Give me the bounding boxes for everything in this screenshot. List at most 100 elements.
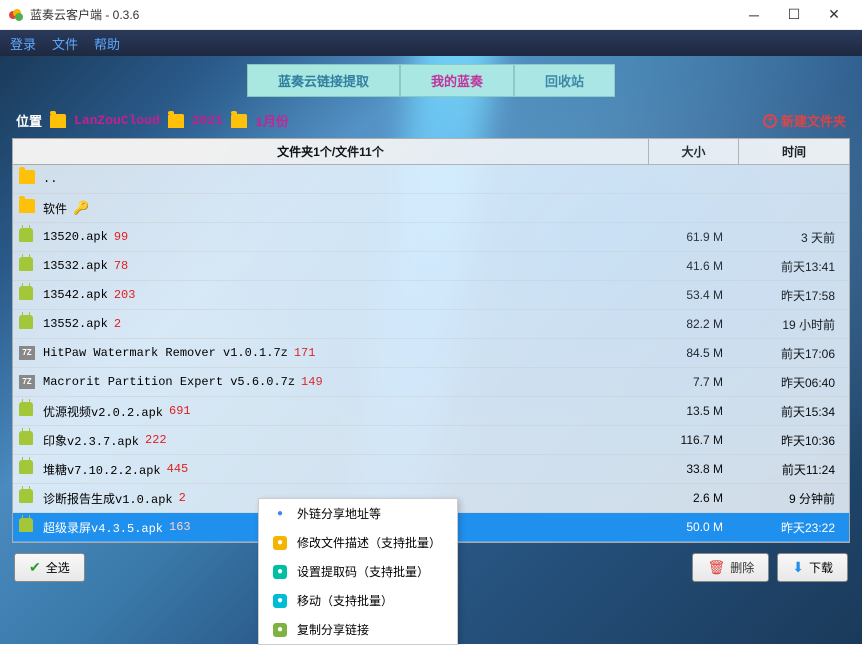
android-icon	[19, 518, 33, 532]
download-count: 163	[169, 520, 191, 534]
table-row[interactable]: 13532.apk 78 41.6 M 前天13:41	[13, 252, 849, 281]
breadcrumb-item[interactable]: 1月份	[255, 111, 289, 130]
col-name[interactable]: 文件夹1个/文件11个	[13, 139, 649, 164]
file-table: 文件夹1个/文件11个 大小 时间 .. 软件 🔑 13520.apk 99 6…	[12, 138, 850, 543]
file-name: 13532.apk	[43, 259, 108, 273]
context-menu-item[interactable]: ● 设置提取码（支持批量）	[259, 557, 457, 586]
col-size[interactable]: 大小	[649, 139, 739, 164]
table-row[interactable]: 印象v2.3.7.apk 222 116.7 M 昨天10:36	[13, 426, 849, 455]
file-time: 9 分钟前	[733, 490, 843, 507]
archive-icon: 7Z	[19, 346, 35, 360]
menu-file[interactable]: 文件	[52, 34, 78, 53]
check-icon: ✔	[29, 559, 41, 576]
context-menu-item[interactable]: ●复制分享链接	[259, 615, 457, 644]
table-header: 文件夹1个/文件11个 大小 时间	[13, 139, 849, 165]
file-size: 33.8 M	[643, 462, 733, 476]
trash-icon: 🗑	[707, 559, 725, 576]
table-row[interactable]: 7Z HitPaw Watermark Remover v1.0.1.7z 17…	[13, 339, 849, 368]
folder-icon	[168, 114, 184, 128]
folder-icon	[19, 170, 35, 184]
context-menu-item[interactable]: ●移动（支持批量）	[259, 586, 457, 615]
breadcrumb-item[interactable]: LanZouCloud	[74, 113, 160, 128]
table-row[interactable]: 软件 🔑	[13, 194, 849, 223]
row-icon	[19, 402, 37, 420]
col-time[interactable]: 时间	[739, 139, 849, 164]
download-count: 445	[167, 462, 189, 476]
menu-item-icon: ●	[273, 536, 287, 550]
tab-mine[interactable]: 我的蓝奏	[400, 64, 514, 97]
row-icon	[19, 170, 37, 188]
row-icon	[19, 518, 37, 536]
download-button[interactable]: ⬇ 下载	[777, 553, 848, 582]
file-size: 84.5 M	[643, 346, 733, 360]
row-icon	[19, 228, 37, 246]
table-row[interactable]: 7Z Macrorit Partition Expert v5.6.0.7z 1…	[13, 368, 849, 397]
file-size: 116.7 M	[643, 433, 733, 447]
row-icon	[19, 315, 37, 333]
file-time: 前天13:41	[733, 258, 843, 275]
menu-item-icon: ●	[273, 565, 287, 579]
table-row[interactable]: 优源视频v2.0.2.apk 691 13.5 M 前天15:34	[13, 397, 849, 426]
android-icon	[19, 402, 33, 416]
android-icon	[19, 315, 33, 329]
menu-item-icon: ●	[273, 594, 287, 608]
menu-item-label: 设置提取码（支持批量）	[297, 563, 429, 580]
file-time: 昨天10:36	[733, 432, 843, 449]
tab-extract[interactable]: 蓝奏云链接提取	[247, 64, 400, 97]
select-all-button[interactable]: ✔ 全选	[14, 553, 85, 582]
file-name: 诊断报告生成v1.0.apk	[43, 490, 173, 507]
tab-recycle[interactable]: 回收站	[514, 64, 615, 97]
download-count: 691	[169, 404, 191, 418]
row-icon	[19, 460, 37, 478]
file-time: 前天17:06	[733, 345, 843, 362]
android-icon	[19, 489, 33, 503]
file-size: 50.0 M	[643, 520, 733, 534]
row-icon	[19, 199, 37, 217]
menu-item-label: 修改文件描述（支持批量）	[297, 534, 441, 551]
minimize-button[interactable]: ─	[734, 1, 774, 29]
breadcrumb-item[interactable]: 2021	[192, 113, 223, 128]
android-icon	[19, 257, 33, 271]
file-name: 13542.apk	[43, 288, 108, 302]
file-name: 优源视频v2.0.2.apk	[43, 403, 163, 420]
context-menu-item[interactable]: ● 修改文件描述（支持批量）	[259, 528, 457, 557]
download-count: 99	[114, 230, 128, 244]
file-name: 堆糖v7.10.2.2.apk	[43, 461, 161, 478]
file-name: 印象v2.3.7.apk	[43, 432, 139, 449]
new-folder-button[interactable]: + 新建文件夹	[763, 111, 846, 130]
row-icon	[19, 489, 37, 507]
menu-login[interactable]: 登录	[10, 34, 36, 53]
row-icon	[19, 257, 37, 275]
table-row[interactable]: 13520.apk 99 61.9 M 3 天前	[13, 223, 849, 252]
breadcrumb-row: 位置 LanZouCloud 2021 1月份 + 新建文件夹	[12, 107, 850, 134]
new-folder-label: 新建文件夹	[781, 111, 846, 130]
close-button[interactable]: ✕	[814, 1, 854, 29]
folder-icon	[231, 114, 247, 128]
tab-bar: 蓝奏云链接提取 我的蓝奏 回收站	[12, 64, 850, 97]
download-count: 203	[114, 288, 136, 302]
download-count: 2	[114, 317, 121, 331]
plus-icon: +	[763, 114, 777, 128]
download-icon: ⬇	[792, 559, 804, 576]
row-icon	[19, 286, 37, 304]
file-size: 7.7 M	[643, 375, 733, 389]
table-row[interactable]: 堆糖v7.10.2.2.apk 445 33.8 M 前天11:24	[13, 455, 849, 484]
context-menu-item[interactable]: ● 外链分享地址等	[259, 499, 457, 528]
context-menu: ● 外链分享地址等 ● 修改文件描述（支持批量） ● 设置提取码（支持批量） ●移动（支持批…	[258, 498, 458, 645]
file-size: 2.6 M	[643, 491, 733, 505]
menu-item-label: 外链分享地址等	[297, 505, 381, 522]
file-size: 41.6 M	[643, 259, 733, 273]
maximize-button[interactable]: ☐	[774, 1, 814, 29]
file-name: HitPaw Watermark Remover v1.0.1.7z	[43, 346, 288, 360]
menu-item-icon: ●	[273, 507, 287, 521]
table-row[interactable]: 13552.apk 2 82.2 M 19 小时前	[13, 310, 849, 339]
menu-help[interactable]: 帮助	[94, 34, 120, 53]
file-time: 昨天17:58	[733, 287, 843, 304]
file-time: 3 天前	[733, 229, 843, 246]
delete-button[interactable]: 🗑 删除	[692, 553, 769, 582]
table-row[interactable]: 13542.apk 203 53.4 M 昨天17:58	[13, 281, 849, 310]
row-icon: 7Z	[19, 373, 37, 391]
file-name: Macrorit Partition Expert v5.6.0.7z	[43, 375, 295, 389]
table-row[interactable]: ..	[13, 165, 849, 194]
file-time: 昨天06:40	[733, 374, 843, 391]
